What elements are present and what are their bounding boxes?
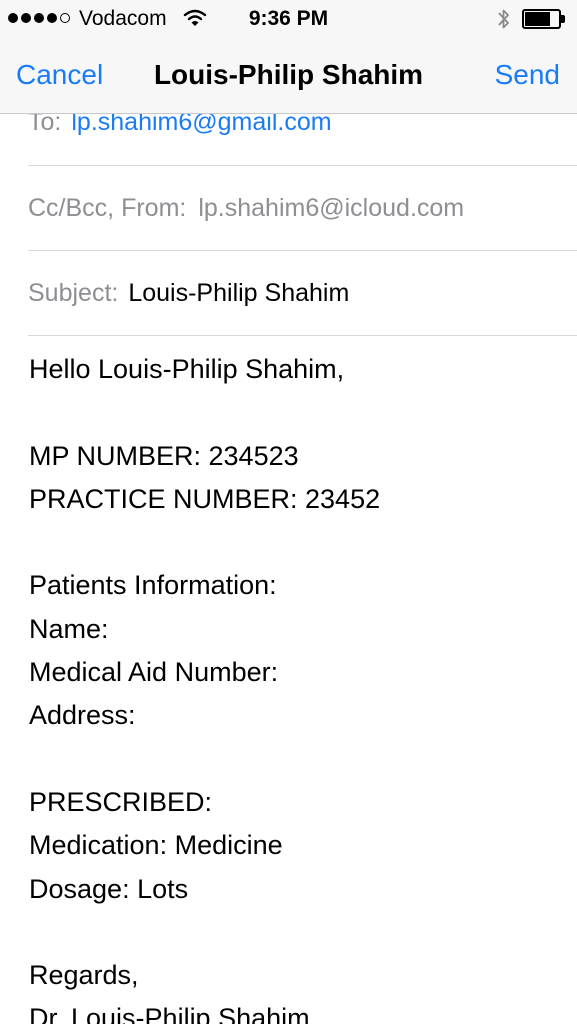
body-medical-aid-label: Medical Aid Number: (29, 657, 279, 688)
body-dosage: Dosage: Lots (29, 873, 189, 904)
subject-field[interactable]: Subject: Louis-Philip Shahim (28, 251, 577, 336)
body-practice-number: PRACTICE NUMBER: 23452 (29, 483, 381, 514)
body-name-label: Name: (29, 613, 109, 644)
compose-title: Louis-Philip Shahim (153, 59, 424, 90)
send-button[interactable]: Send (495, 59, 560, 91)
body-prescribed-heading: PRESCRIBED: (29, 786, 213, 817)
body-greeting: Hello Louis-Philip Shahim, (29, 354, 345, 384)
body-mp-number: MP NUMBER: 234523 (29, 440, 299, 471)
body-address-label: Address: (29, 700, 136, 731)
status-bar: Vodacom 9:36 PM (0, 0, 577, 40)
body-regards: Regards, (29, 960, 139, 991)
body-medication: Medication: Medicine (29, 830, 283, 861)
body-blank-line (29, 521, 567, 564)
body-blank-line (29, 391, 567, 434)
ccbcc-from-field[interactable]: Cc/Bcc, From: lp.shahim6@icloud.com (28, 166, 577, 251)
body-blank-line (29, 911, 567, 954)
status-time: 9:36 PM (248, 7, 329, 30)
body-patients-heading: Patients Information: (29, 570, 277, 601)
body-signature: Dr. Louis-Philip Shahim (29, 1003, 310, 1024)
battery-nub (561, 15, 565, 23)
subject-label: Subject: (28, 278, 119, 307)
bluetooth-icon (496, 6, 512, 38)
battery-level-fill (525, 12, 550, 26)
navigation-bar: Cancel Louis-Philip Shahim Send (0, 40, 577, 114)
ccbcc-from-label: Cc/Bcc, From: (28, 193, 187, 222)
mail-compose-screen: Vodacom 9:36 PM Cancel Louis-Philip Shah… (0, 0, 577, 1024)
message-body[interactable]: Hello Louis-Philip Shahim, MP NUMBER: 23… (29, 348, 567, 1024)
from-address[interactable]: lp.shahim6@icloud.com (198, 194, 464, 223)
battery-icon (522, 9, 566, 29)
subject-input[interactable]: Louis-Philip Shahim (128, 279, 349, 308)
body-blank-line (29, 738, 567, 781)
